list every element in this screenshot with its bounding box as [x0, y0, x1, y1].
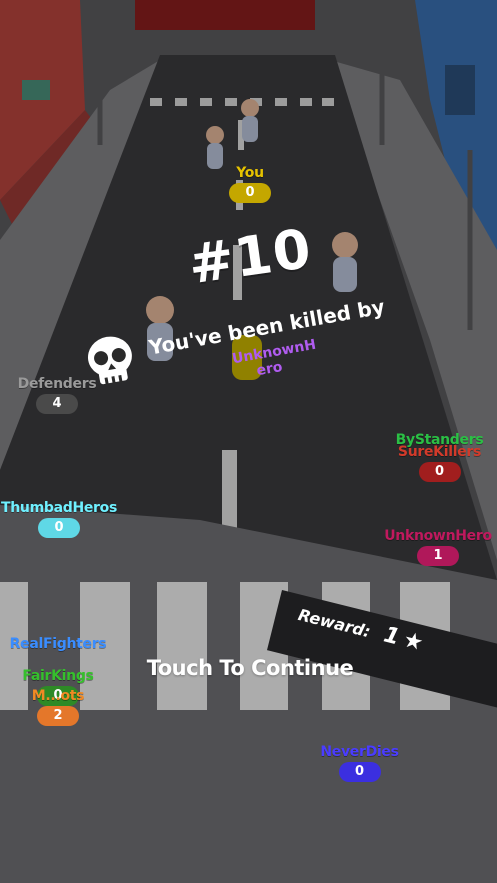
- tap-to-continue-area[interactable]: [0, 0, 497, 883]
- game-scene: You 0 Defenders 4 ByStanders SureKillers…: [0, 0, 497, 883]
